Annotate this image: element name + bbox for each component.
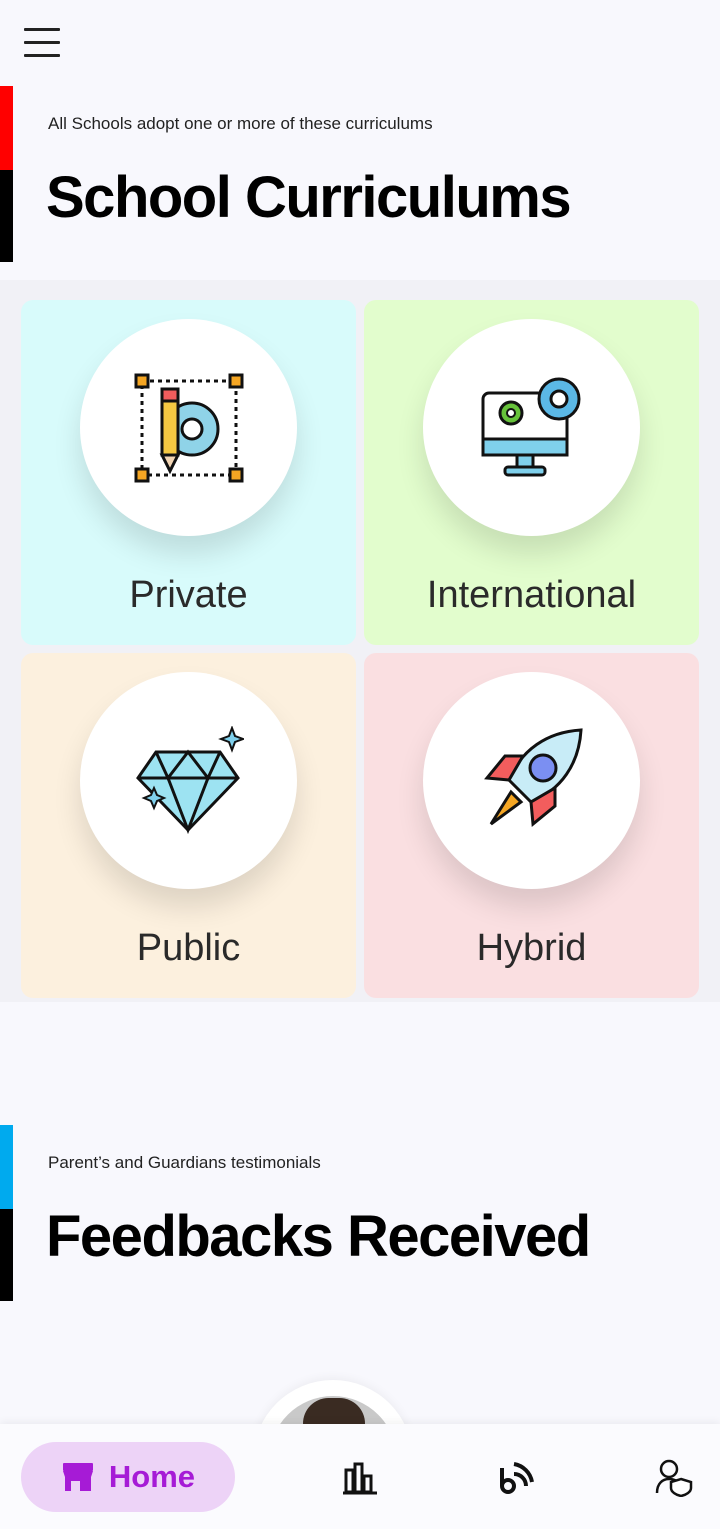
bottom-nav: Home	[0, 1424, 720, 1529]
rocket-icon	[483, 727, 583, 827]
nav-home-label: Home	[108, 1459, 196, 1494]
curriculum-grid: Private International Public Hybrid	[0, 280, 720, 1002]
card-label: Hybrid	[476, 927, 587, 969]
icon-circle	[80, 319, 297, 536]
computer-gears-icon	[481, 377, 580, 476]
home-store-icon	[62, 1463, 93, 1491]
accent-bar-dark	[0, 1209, 13, 1301]
curriculum-card-international[interactable]: International	[364, 300, 699, 645]
feedbacks-header: Parent’s and Guardians testimonials Feed…	[0, 1125, 720, 1301]
curriculum-card-private[interactable]: Private	[21, 300, 356, 645]
diamond-icon	[135, 725, 244, 834]
icon-circle	[423, 319, 640, 536]
accent-bar	[0, 1125, 13, 1209]
nav-profile-button[interactable]	[654, 1458, 694, 1498]
section-subtitle: All Schools adopt one or more of these c…	[48, 114, 433, 133]
accent-bar	[0, 86, 13, 170]
top-bar	[0, 0, 720, 86]
blog-feed-icon	[500, 1462, 534, 1494]
card-label: Public	[136, 927, 241, 969]
curriculum-card-public[interactable]: Public	[21, 653, 356, 998]
curriculum-card-hybrid[interactable]: Hybrid	[364, 653, 699, 998]
nav-home-button[interactable]: Home	[21, 1442, 235, 1512]
card-label: Private	[129, 574, 248, 616]
card-label: International	[426, 574, 637, 616]
nav-stats-button[interactable]	[340, 1458, 380, 1498]
user-shield-icon	[655, 1459, 693, 1497]
accent-bar-dark	[0, 170, 13, 262]
curriculums-header: All Schools adopt one or more of these c…	[0, 86, 720, 262]
design-gear-pencil-icon	[134, 373, 243, 482]
icon-circle	[80, 672, 297, 889]
stats-bar-icon	[343, 1462, 377, 1495]
nav-blog-button[interactable]	[496, 1458, 536, 1498]
icon-circle	[423, 672, 640, 889]
section-title: School Curriculums	[46, 165, 572, 230]
section-subtitle: Parent’s and Guardians testimonials	[48, 1153, 321, 1172]
section-title: Feedbacks Received	[46, 1204, 591, 1269]
hamburger-menu-icon[interactable]	[22, 26, 62, 60]
